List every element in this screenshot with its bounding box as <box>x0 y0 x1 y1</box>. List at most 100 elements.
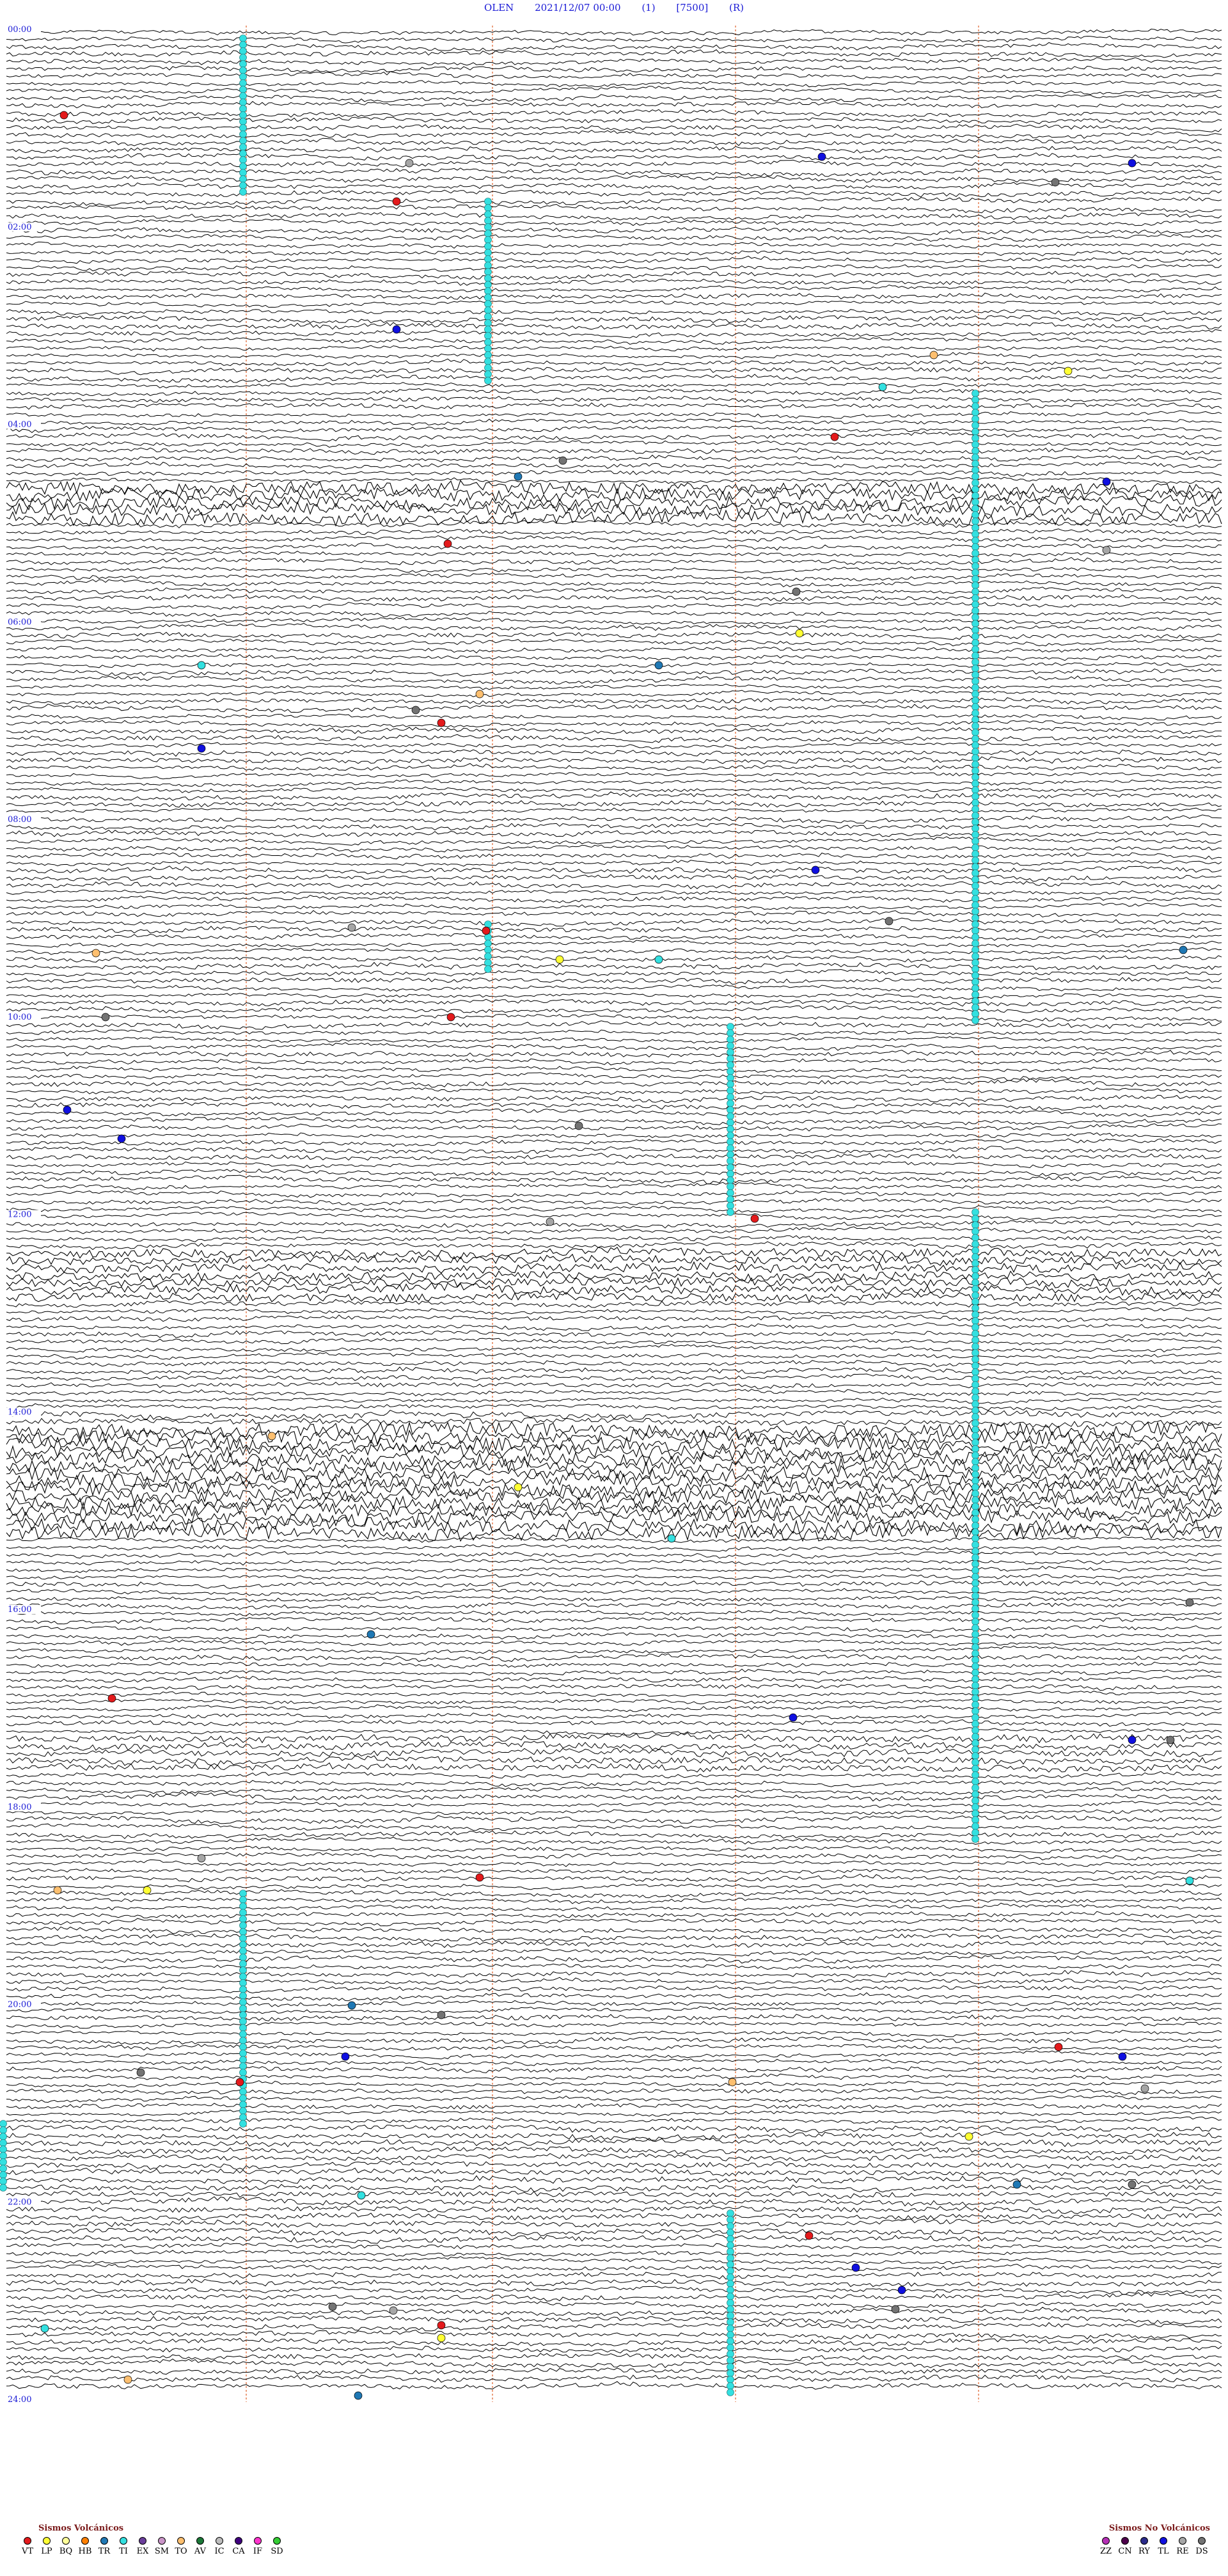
tremor-dot <box>727 2241 734 2249</box>
tremor-dot <box>972 524 979 532</box>
trace-row <box>6 1565 1222 1574</box>
event-dot <box>1128 2180 1137 2189</box>
trace-row <box>6 889 1222 896</box>
tremor-dot <box>972 1618 979 1625</box>
trace-row <box>6 1755 1222 1766</box>
legend-item-zz: ZZ <box>1098 2537 1114 2556</box>
trace-row <box>6 984 1222 992</box>
tremor-dot <box>972 1579 979 1587</box>
event-dot <box>347 923 356 932</box>
tremor-dot <box>484 326 492 333</box>
tremor-dot <box>972 901 979 909</box>
tremor-dot <box>727 1093 734 1101</box>
tremor-dot <box>239 35 247 42</box>
event-dot <box>805 2231 814 2240</box>
tremor-dot <box>972 473 979 480</box>
tremor-dot <box>727 1087 734 1094</box>
trace-row <box>6 1373 1222 1382</box>
trace-row <box>6 894 1222 903</box>
trace-row <box>6 800 1222 808</box>
tremor-dot <box>972 697 979 704</box>
trace-row <box>6 431 1222 441</box>
tremor-dot <box>972 1471 979 1478</box>
tremor-dot <box>972 729 979 736</box>
trace-row <box>6 2234 1222 2244</box>
tremor-dot <box>972 537 979 544</box>
tremor-dot <box>972 844 979 851</box>
tremor-dot <box>972 831 979 839</box>
tremor-dot <box>972 1771 979 1779</box>
trace-row <box>6 528 1222 536</box>
trace-row <box>6 1389 1222 1396</box>
trace-row <box>6 1315 1222 1322</box>
trace-row <box>6 1132 1222 1139</box>
event-dot <box>482 926 491 935</box>
tremor-dot <box>972 1432 979 1440</box>
legend-dot <box>81 2537 89 2545</box>
tremor-dot <box>972 1387 979 1395</box>
trace-row <box>6 2095 1222 2103</box>
trace-row <box>6 2292 1222 2302</box>
tremor-dot <box>972 1419 979 1427</box>
tremor-dot <box>972 1515 979 1523</box>
tremor-dot <box>239 2062 247 2070</box>
tremor-dot <box>972 837 979 845</box>
event-dot <box>63 1105 72 1114</box>
trace-row <box>6 992 1222 1000</box>
tremor-dot <box>972 1426 979 1434</box>
tremor-dot <box>727 2369 734 2377</box>
tremor-dot <box>972 786 979 794</box>
trace-row <box>6 1588 1222 1597</box>
hour-label: 02:00 <box>8 223 31 232</box>
tremor-dot <box>972 933 979 941</box>
trace-row <box>6 653 1222 661</box>
tremor-dot <box>972 1720 979 1728</box>
trace-row <box>6 778 1222 787</box>
tremor-dot <box>239 2043 247 2051</box>
trace-row <box>6 1174 1222 1185</box>
trace-row <box>6 1330 1222 1338</box>
trace-row <box>6 1382 1222 1389</box>
trace-row <box>6 1580 1222 1590</box>
trace-row <box>6 2124 1222 2133</box>
tremor-dot <box>484 217 492 225</box>
tremor-dot <box>239 2030 247 2038</box>
trace-row <box>6 109 1222 118</box>
trace-row <box>6 535 1222 542</box>
tremor-dot <box>239 1909 247 1916</box>
trace-row <box>6 689 1222 697</box>
tremor-dot <box>972 601 979 608</box>
event-dot <box>811 865 820 874</box>
trace-row <box>6 1712 1222 1719</box>
trace-row <box>6 791 1222 801</box>
legend-item-cn: CN <box>1117 2537 1133 2556</box>
trace-row <box>6 479 1222 496</box>
tremor-dot <box>239 1941 247 1948</box>
event-dot <box>59 111 68 120</box>
trace-row <box>6 1897 1222 1904</box>
trace-row <box>6 315 1222 324</box>
trace-row <box>6 2337 1222 2347</box>
tremor-dot <box>972 390 979 397</box>
tremor-dot <box>484 249 492 257</box>
event-dot <box>1102 546 1111 555</box>
tremor-dot <box>972 1784 979 1792</box>
legend-dot <box>24 2537 31 2545</box>
tremor-dot <box>972 1381 979 1389</box>
tremor-dot <box>972 1215 979 1222</box>
trace-row <box>6 836 1222 846</box>
trace-row <box>6 284 1222 293</box>
trace-row <box>6 1409 1222 1420</box>
tremor-dot <box>972 1643 979 1651</box>
tremor-dot <box>972 1208 979 1216</box>
trace-row <box>6 402 1222 410</box>
trace-row <box>6 1867 1222 1875</box>
tremor-dot <box>727 2222 734 2230</box>
trace-row <box>6 542 1222 551</box>
tremor-dot <box>972 1464 979 1472</box>
trace-row <box>6 610 1222 617</box>
legend-item-tl: TL <box>1155 2537 1172 2556</box>
tremor-dot <box>972 895 979 903</box>
trace-row <box>6 1429 1222 1446</box>
event-dot <box>475 690 484 699</box>
